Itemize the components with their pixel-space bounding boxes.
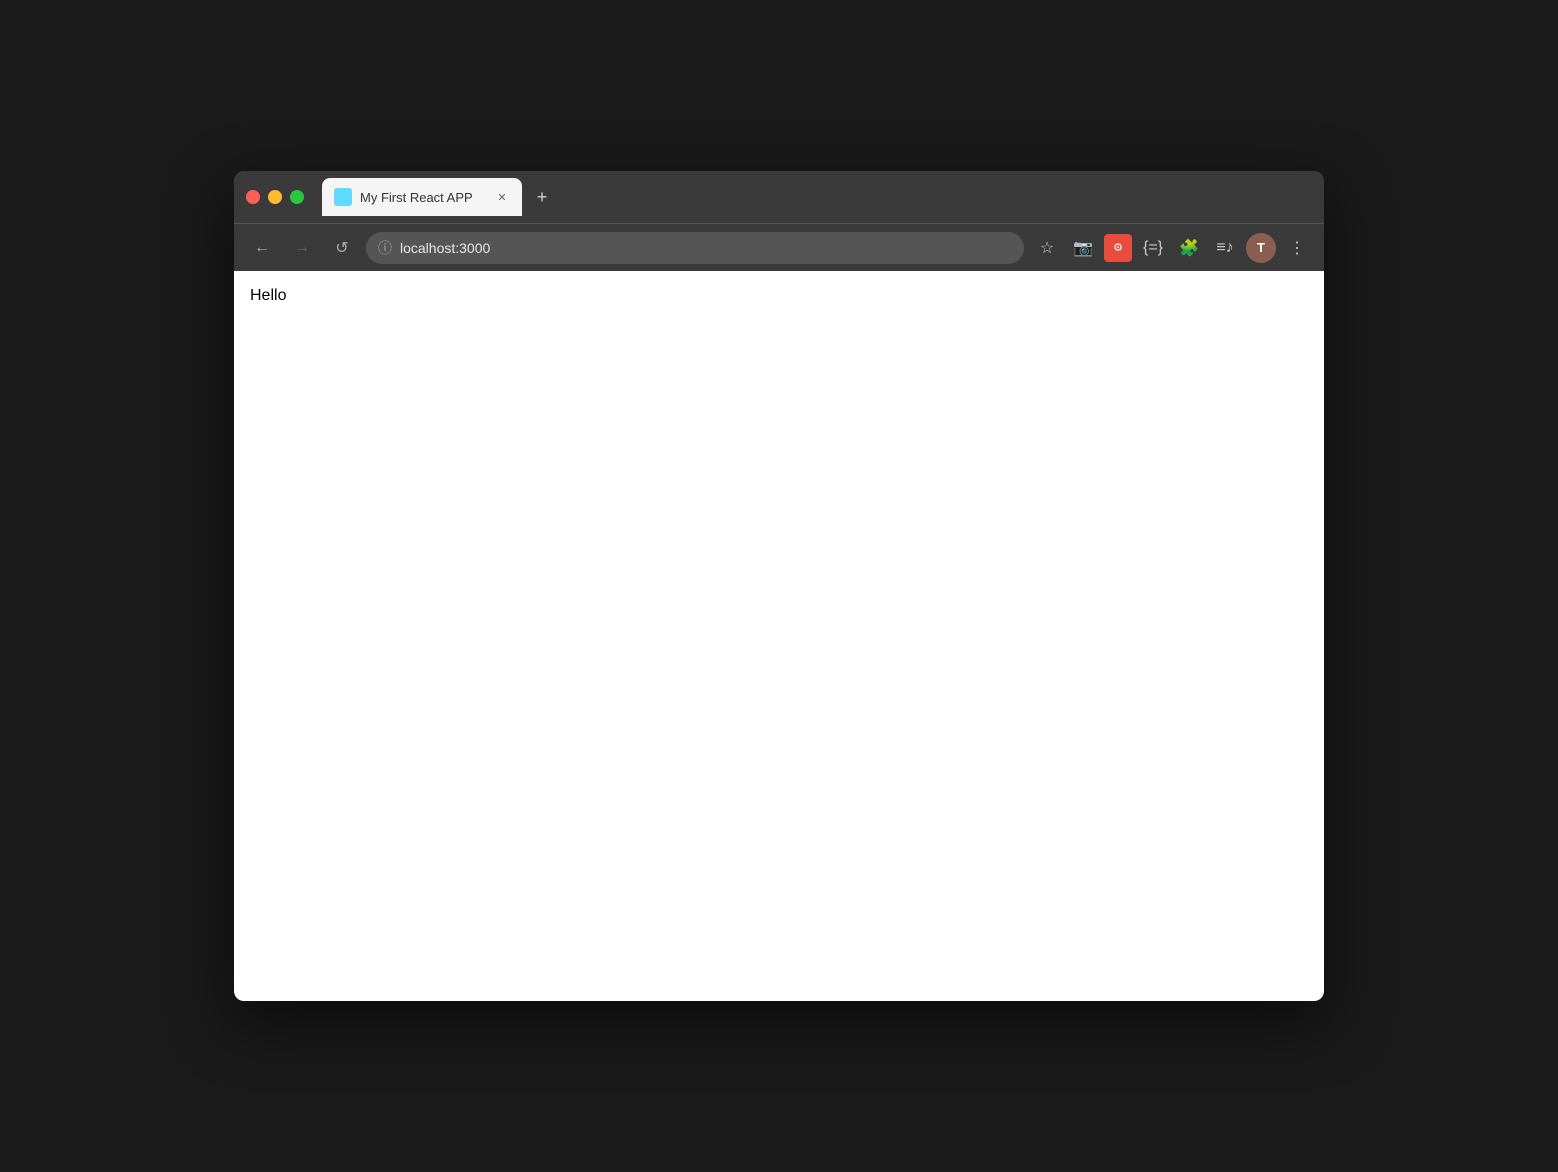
forward-button[interactable]: → [286, 232, 318, 264]
screenshot-button[interactable]: 📷 [1068, 233, 1098, 263]
tab-close-button[interactable]: ✕ [494, 189, 510, 205]
reload-button[interactable]: ↺ [326, 232, 358, 264]
address-bar[interactable]: ⓘ localhost:3000 [366, 232, 1024, 264]
extension1-button[interactable]: ⚙ [1104, 234, 1132, 262]
extension2-button[interactable]: {=} [1138, 233, 1168, 263]
maximize-window-button[interactable] [290, 190, 304, 204]
info-icon: ⓘ [378, 238, 392, 258]
extensions-button[interactable]: 🧩 [1174, 233, 1204, 263]
active-tab[interactable]: My First React APP ✕ [322, 178, 522, 216]
tab-title: My First React APP [360, 190, 486, 205]
tab-area: My First React APP ✕ + [322, 178, 1312, 216]
playlist-button[interactable]: ≡♪ [1210, 233, 1240, 263]
back-button[interactable]: ← [246, 232, 278, 264]
page-content: Hello [234, 271, 1324, 1001]
nav-bar: ← → ↺ ⓘ localhost:3000 ☆ 📷 ⚙ {=} 🧩 ≡♪ T … [234, 223, 1324, 271]
browser-window: My First React APP ✕ + ← → ↺ ⓘ localhost… [234, 171, 1324, 1001]
url-text: localhost:3000 [400, 240, 1012, 256]
close-window-button[interactable] [246, 190, 260, 204]
bookmark-button[interactable]: ☆ [1032, 233, 1062, 263]
profile-button[interactable]: T [1246, 233, 1276, 263]
tab-favicon [334, 188, 352, 206]
hello-text: Hello [250, 287, 286, 304]
toolbar-icons: ☆ 📷 ⚙ {=} 🧩 ≡♪ T ⋮ [1032, 233, 1312, 263]
new-tab-button[interactable]: + [526, 181, 558, 213]
traffic-lights [246, 190, 304, 204]
minimize-window-button[interactable] [268, 190, 282, 204]
title-bar: My First React APP ✕ + [234, 171, 1324, 223]
more-button[interactable]: ⋮ [1282, 233, 1312, 263]
